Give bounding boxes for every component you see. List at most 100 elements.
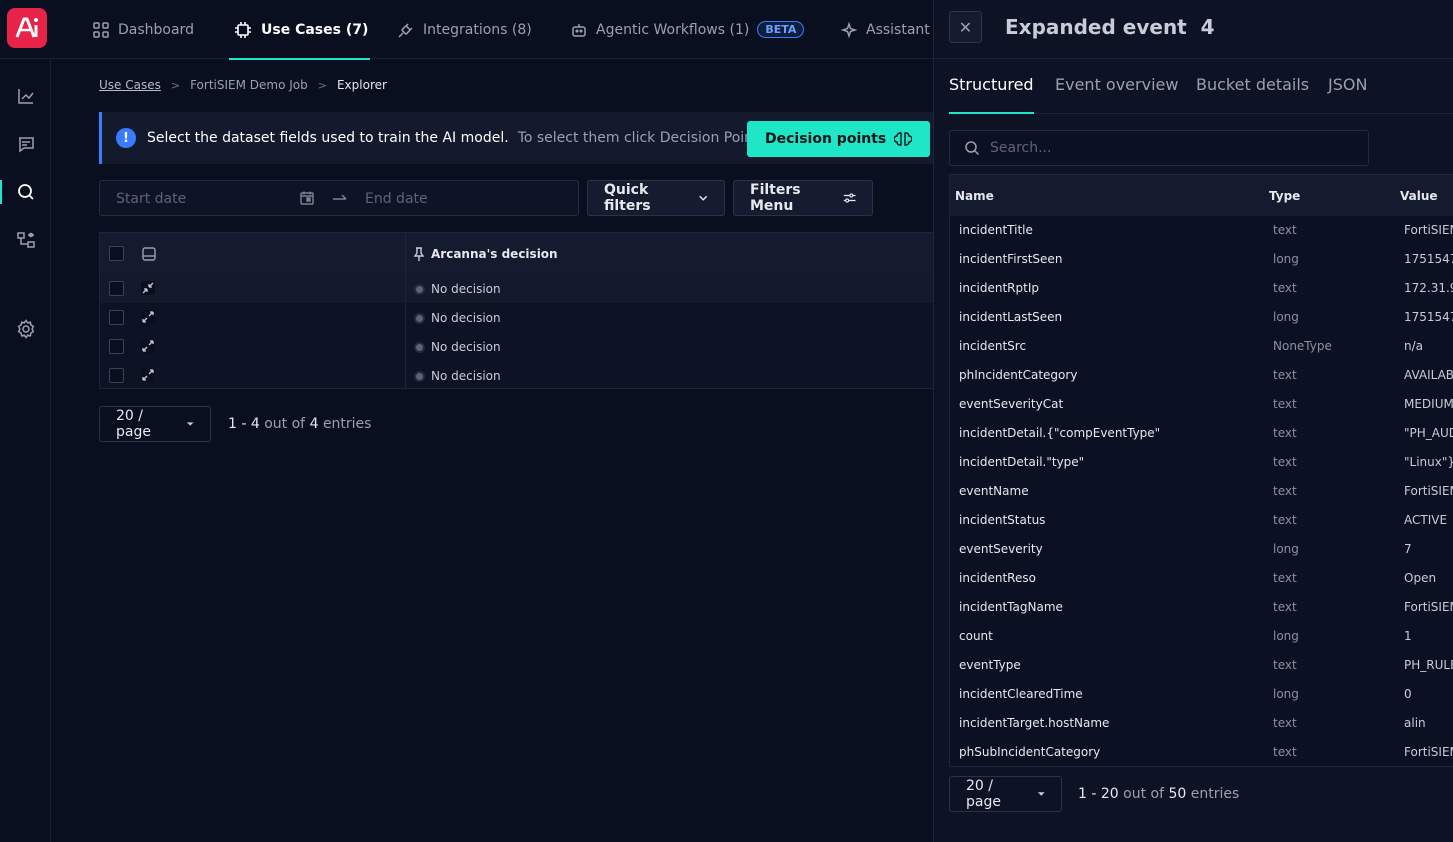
chart-icon	[17, 89, 34, 104]
field-row[interactable]: eventSeverity long 7	[950, 535, 1453, 564]
rail-analytics[interactable]	[0, 78, 51, 114]
page-size-select[interactable]: 20 / page	[99, 406, 211, 442]
field-row[interactable]: phSubIncidentCategory text FortiSIEM	[950, 738, 1453, 766]
plug-icon	[398, 22, 413, 38]
row-checkbox[interactable]	[109, 281, 124, 296]
field-value: 0	[1404, 687, 1412, 701]
chip-icon	[235, 21, 251, 38]
field-name: eventSeverityCat	[959, 397, 1064, 411]
name-column-header[interactable]: Name	[955, 189, 994, 203]
close-drawer-button[interactable]: ✕	[949, 11, 982, 43]
value-column-header[interactable]: Value	[1400, 189, 1438, 203]
field-row[interactable]: count long 1	[950, 622, 1453, 651]
grid-icon	[93, 21, 109, 38]
table-row[interactable]: No decision	[100, 361, 933, 390]
field-row[interactable]: incidentDetail.{"compEventType" text "PH_A…	[950, 419, 1453, 448]
pagination-range: 1 - 4	[228, 416, 260, 432]
field-search-input[interactable]: Search...	[949, 130, 1369, 166]
field-value: ACTIVE	[1404, 513, 1448, 527]
field-value: 172.31.9	[1404, 281, 1453, 295]
date-range-picker[interactable]: Start date End date	[99, 180, 579, 216]
field-type: long	[1273, 629, 1299, 643]
field-row[interactable]: incidentSrc NoneType n/a	[950, 332, 1453, 361]
expand-icon[interactable]	[141, 339, 155, 353]
tab-structured[interactable]: Structured	[949, 75, 1034, 114]
expand-panel-icon[interactable]	[141, 246, 157, 262]
pin-icon[interactable]	[413, 246, 425, 262]
field-type: long	[1273, 310, 1299, 324]
decision-cell: No decision	[416, 369, 501, 383]
field-row[interactable]: phIncidentCategory text AVAILABI	[950, 361, 1453, 390]
field-row[interactable]: incidentClearedTime long 0	[950, 680, 1453, 709]
tab-json[interactable]: JSON	[1328, 75, 1367, 94]
field-row[interactable]: incidentTarget.hostName text alin	[950, 709, 1453, 738]
nav-integrations[interactable]: Integrations (8)	[397, 0, 532, 59]
select-all-checkbox[interactable]	[109, 246, 124, 261]
rail-workflows[interactable]	[0, 222, 51, 258]
collapse-icon[interactable]	[141, 281, 155, 295]
top-navigation: Dashboard Use Cases (7) Integrations (8)…	[0, 0, 933, 60]
row-checkbox[interactable]	[109, 339, 124, 354]
field-row[interactable]: eventName text FortiSIEM	[950, 477, 1453, 506]
decision-points-button[interactable]: Decision points	[747, 121, 931, 157]
left-sidebar	[0, 59, 51, 842]
drawer-page-size-select[interactable]: 20 / page	[949, 776, 1062, 812]
banner-hint: To select them click Decision Points.	[517, 130, 771, 146]
field-value: 1	[1404, 629, 1412, 643]
chevron-down-icon	[698, 195, 707, 201]
field-row[interactable]: incidentFirstSeen long 1751547	[950, 245, 1453, 274]
table-row[interactable]: No decision	[100, 274, 933, 303]
type-column-header[interactable]: Type	[1269, 189, 1300, 203]
filters-menu-button[interactable]: Filters Menu	[733, 180, 873, 216]
rail-settings[interactable]	[0, 311, 51, 347]
field-row[interactable]: incidentLastSeen long 1751547	[950, 303, 1453, 332]
nav-assistant[interactable]: Assistant	[840, 0, 930, 59]
tab-event-overview[interactable]: Event overview	[1055, 75, 1178, 94]
info-icon: !	[116, 128, 136, 148]
row-checkbox[interactable]	[109, 368, 124, 383]
banner-title: Select the dataset fields used to train …	[147, 130, 509, 146]
field-row[interactable]: incidentTitle text FortiSIEM	[950, 216, 1453, 245]
breadcrumb-explorer: Explorer	[336, 78, 387, 92]
start-date-input[interactable]: Start date	[116, 191, 186, 207]
arcanna-logo[interactable]	[7, 8, 47, 48]
breadcrumb-job[interactable]: FortiSIEM Demo Job	[190, 78, 308, 92]
table-row[interactable]: No decision	[100, 332, 933, 361]
rail-feedback[interactable]	[0, 126, 51, 162]
row-checkbox[interactable]	[109, 310, 124, 325]
filters-menu-label: Filters Menu	[750, 182, 801, 214]
field-row[interactable]: incidentReso text Open	[950, 564, 1453, 593]
chevron-right-icon: >	[317, 78, 327, 92]
nav-agentic-workflows-label: Agentic Workflows (1)	[596, 21, 750, 38]
tab-bucket-details[interactable]: Bucket details	[1196, 75, 1309, 94]
expand-icon[interactable]	[141, 368, 155, 382]
field-value: FortiSIEM	[1404, 223, 1453, 237]
nav-agentic-workflows[interactable]: Agentic Workflows (1) BETA	[570, 0, 805, 59]
field-row[interactable]: incidentStatus text ACTIVE	[950, 506, 1453, 535]
nav-dashboard[interactable]: Dashboard	[92, 0, 194, 59]
arcanna-decision-header[interactable]: Arcanna's decision	[431, 247, 558, 261]
field-type: text	[1273, 368, 1297, 382]
field-row[interactable]: incidentDetail."type" text "Linux"}	[950, 448, 1453, 477]
end-date-input[interactable]: End date	[365, 191, 428, 207]
drawer-header: ✕ Expanded event 4	[934, 0, 1453, 59]
decision-text: No decision	[431, 311, 501, 325]
table-row[interactable]: No decision	[100, 303, 933, 332]
quick-filters-button[interactable]: Quick filters	[587, 180, 725, 216]
nav-use-cases[interactable]: Use Cases (7)	[228, 0, 371, 60]
field-value: 1751547	[1404, 310, 1453, 324]
decision-cell: No decision	[416, 340, 501, 354]
field-row[interactable]: incidentTagName text FortiSIEM	[950, 593, 1453, 622]
field-row[interactable]: eventSeverityCat text MEDIUM	[950, 390, 1453, 419]
field-row[interactable]: incidentRptIp text 172.31.9	[950, 274, 1453, 303]
expand-icon[interactable]	[141, 310, 155, 324]
beta-badge: BETA	[757, 21, 805, 38]
field-value: Open	[1404, 571, 1437, 585]
field-type: text	[1273, 281, 1297, 295]
field-type: text	[1273, 600, 1297, 614]
field-row[interactable]: eventType text PH_RULE	[950, 651, 1453, 680]
breadcrumb-use-cases[interactable]: Use Cases	[99, 78, 161, 92]
field-name: incidentTarget.hostName	[959, 716, 1110, 730]
rail-explorer[interactable]	[0, 174, 51, 210]
field-value: "PH_AUD	[1404, 426, 1453, 440]
